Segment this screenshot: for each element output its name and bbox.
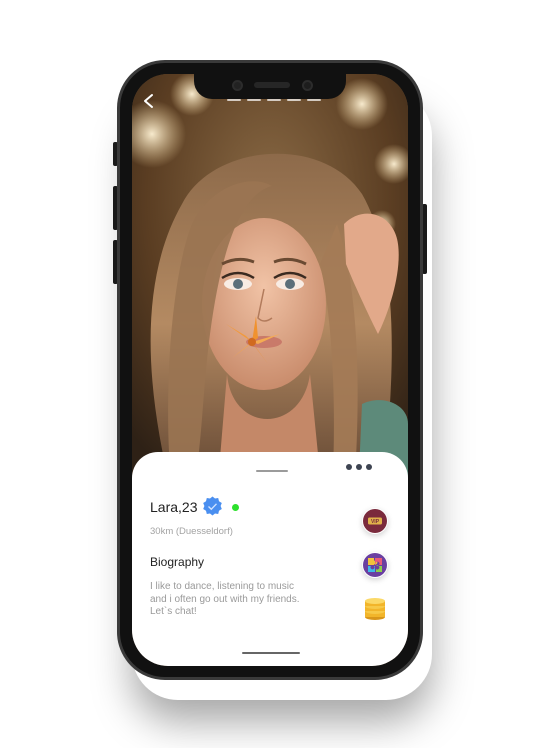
photo-progress-bars	[227, 99, 321, 101]
front-camera	[232, 80, 243, 91]
photo-progress-segment	[227, 99, 241, 101]
profile-info-card: Lara,23 30km (Duesseldorf) Biography I l…	[132, 452, 408, 666]
mockup-stage: Lara,23 30km (Duesseldorf) Biography I l…	[0, 0, 538, 748]
earpiece-speaker	[254, 82, 290, 88]
profile-location: 30km (Duesseldorf)	[150, 526, 233, 537]
dot	[346, 464, 352, 470]
coins-button[interactable]	[362, 596, 388, 622]
notch	[194, 74, 346, 99]
dot	[356, 464, 362, 470]
coins-icon	[365, 598, 385, 620]
profile-photo[interactable]	[132, 74, 408, 494]
more-dots-icon[interactable]	[346, 464, 372, 470]
biography-text: I like to dance, listening to music and …	[150, 581, 300, 617]
vip-ticket-icon: VIP	[363, 509, 387, 533]
biography-heading: Biography	[150, 555, 205, 569]
chevron-left-icon[interactable]	[140, 92, 158, 110]
interests-button[interactable]	[362, 552, 388, 578]
face-sensor	[302, 80, 313, 91]
puzzle-icon	[363, 553, 387, 577]
profile-name-age: Lara,23	[150, 499, 198, 515]
online-status-dot	[232, 504, 239, 511]
card-drag-handle[interactable]	[256, 470, 288, 472]
verified-badge-icon	[203, 496, 222, 516]
home-indicator[interactable]	[242, 652, 300, 654]
svg-text:VIP: VIP	[371, 519, 380, 525]
photo-progress-segment	[247, 99, 261, 101]
photo-progress-segment	[307, 99, 321, 101]
vip-button[interactable]: VIP	[362, 508, 388, 534]
dot	[366, 464, 372, 470]
photo-progress-segment	[287, 99, 301, 101]
phone-screen: Lara,23 30km (Duesseldorf) Biography I l…	[132, 74, 408, 666]
photo-progress-segment	[267, 99, 281, 101]
